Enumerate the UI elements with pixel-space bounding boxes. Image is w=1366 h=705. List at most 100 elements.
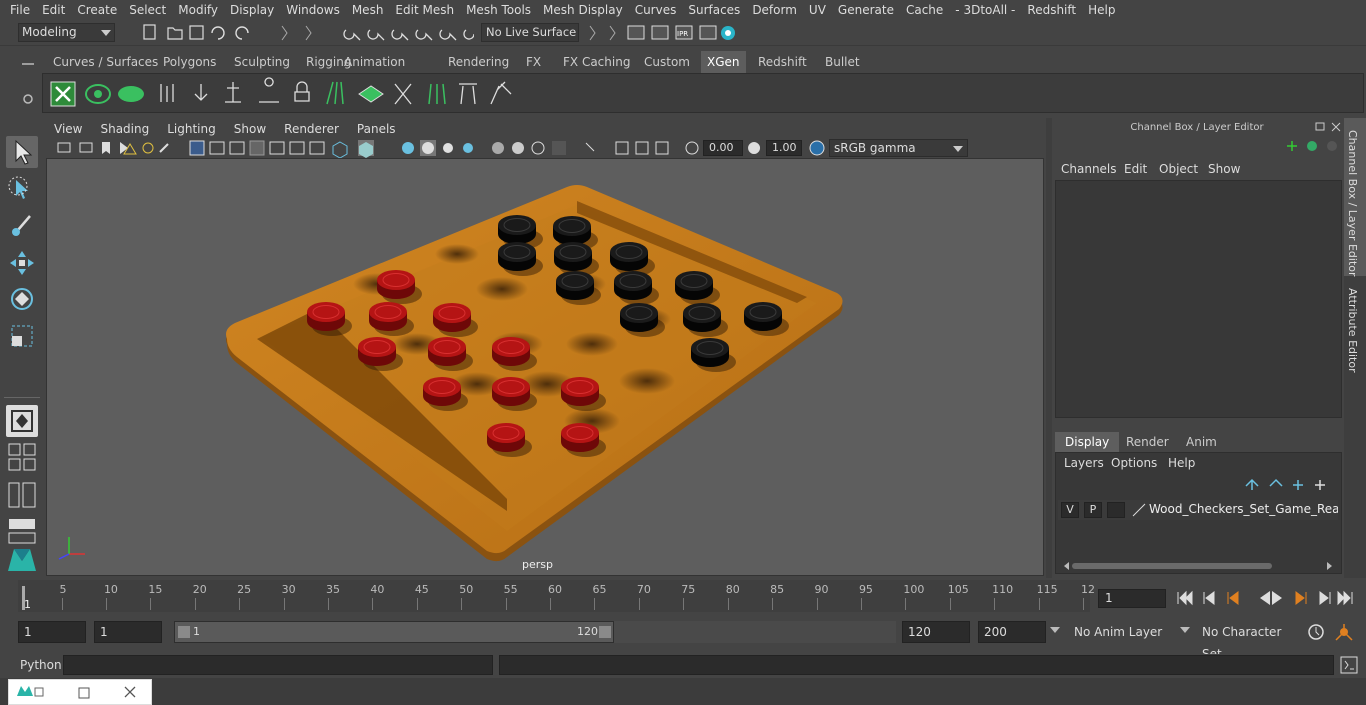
menu-mesh-display[interactable]: Mesh Display: [537, 3, 629, 17]
panel-float-icon[interactable]: [1314, 121, 1344, 133]
menu-redshift[interactable]: Redshift: [1021, 3, 1082, 17]
exposure-field[interactable]: 0.00: [703, 140, 743, 156]
shelf-tab-animation[interactable]: Animation: [338, 51, 411, 73]
layer-horizontal-scrollbar[interactable]: [1058, 560, 1338, 572]
status-icons[interactable]: [124, 22, 474, 44]
shelf-tab-sculpting[interactable]: Sculpting: [228, 51, 296, 73]
playback-controls[interactable]: [1174, 588, 1360, 608]
channel-menu-show[interactable]: Show: [1208, 162, 1240, 176]
menu-deform[interactable]: Deform: [746, 3, 803, 17]
panel-splitter[interactable]: [1046, 118, 1052, 578]
layer-menu-layers[interactable]: Layers: [1064, 456, 1104, 470]
mode-selector[interactable]: Modeling: [18, 23, 115, 42]
layer-menu-options[interactable]: Options: [1111, 456, 1157, 470]
menu-cache[interactable]: Cache: [900, 3, 949, 17]
xgen-shelf-icons[interactable]: [43, 74, 523, 114]
shelf-tab-polygons[interactable]: Polygons: [157, 51, 222, 73]
playback-end-field[interactable]: 120: [902, 621, 970, 643]
timeline-tick-mark: [328, 598, 329, 610]
layout-outliner-icon[interactable]: [6, 479, 38, 511]
chevron-down-icon[interactable]: [1050, 627, 1060, 633]
timeline-tick-label: 10: [103, 583, 118, 596]
viewport-menu-show[interactable]: Show: [226, 122, 276, 136]
maya-window: File Edit Create Select Modify Display Windows…: [0, 0, 1366, 705]
layer-visibility-toggle[interactable]: V: [1061, 502, 1079, 518]
shelf-tab-bullet[interactable]: Bullet: [819, 51, 866, 73]
menu-file[interactable]: File: [4, 3, 36, 17]
gamma-field[interactable]: 1.00: [766, 140, 802, 156]
render-icons[interactable]: IPR: [586, 22, 746, 44]
move-tool[interactable]: [6, 247, 38, 279]
menu-generate[interactable]: Generate: [832, 3, 900, 17]
anim-layer-selector[interactable]: No Anim Layer: [1068, 621, 1168, 643]
shelf-tab-custom[interactable]: Custom: [638, 51, 696, 73]
perspective-viewport[interactable]: [46, 158, 1044, 576]
viewport-menu-view[interactable]: View: [46, 122, 92, 136]
playback-start-field[interactable]: 1: [94, 621, 162, 643]
layer-playback-toggle[interactable]: P: [1084, 502, 1102, 518]
select-tool[interactable]: [6, 136, 38, 168]
paint-select-tool[interactable]: [6, 210, 38, 242]
tab-channel-box[interactable]: Channel Box / Layer Editor: [1346, 130, 1359, 277]
menu-windows[interactable]: Windows: [280, 3, 346, 17]
shelf-tab-redshift[interactable]: Redshift: [752, 51, 813, 73]
menu-help[interactable]: Help: [1082, 3, 1121, 17]
timeline-tick-mark: [683, 598, 685, 610]
menu-uv[interactable]: UV: [803, 3, 832, 17]
shelf-tab-fx[interactable]: FX: [520, 51, 547, 73]
channel-menu-channels[interactable]: Channels: [1061, 162, 1117, 176]
layout-single-icon[interactable]: [6, 405, 38, 437]
layer-type-toggle[interactable]: [1107, 502, 1125, 518]
menu-modify[interactable]: Modify: [172, 3, 224, 17]
range-end-handle[interactable]: [599, 626, 611, 638]
menu-select[interactable]: Select: [123, 3, 172, 17]
menu-3dtoall[interactable]: - 3DtoAll -: [949, 3, 1021, 17]
rotate-tool[interactable]: [6, 283, 38, 315]
viewport-menu-lighting[interactable]: Lighting: [159, 122, 226, 136]
chevron-down-icon[interactable]: [1180, 627, 1190, 633]
channel-box-icons[interactable]: [1284, 138, 1344, 154]
live-surface-field[interactable]: No Live Surface: [481, 23, 579, 42]
menu-curves[interactable]: Curves: [629, 3, 683, 17]
color-space-selector[interactable]: sRGB gamma: [829, 139, 968, 157]
shelf-options-icon[interactable]: [18, 55, 38, 113]
viewport-menu-shading[interactable]: Shading: [92, 122, 159, 136]
menu-surfaces[interactable]: Surfaces: [682, 3, 746, 17]
range-slider[interactable]: 1 120: [174, 621, 614, 643]
menu-display[interactable]: Display: [224, 3, 280, 17]
viewport-menu-renderer[interactable]: Renderer: [276, 122, 349, 136]
layout-four-icon[interactable]: [6, 441, 38, 473]
shelf-tab-rendering[interactable]: Rendering: [442, 51, 515, 73]
menu-mesh[interactable]: Mesh: [346, 3, 390, 17]
prefs-icons[interactable]: [1306, 622, 1362, 642]
minimized-window[interactable]: [8, 679, 152, 705]
shelf-tab-xgen[interactable]: XGen: [701, 51, 746, 73]
shelf-tab-fx-caching[interactable]: FX Caching: [557, 51, 636, 73]
menu-edit-mesh[interactable]: Edit Mesh: [389, 3, 460, 17]
scale-tool[interactable]: [6, 320, 38, 352]
range-start-handle[interactable]: [178, 626, 190, 638]
viewport-menu-panels[interactable]: Panels: [349, 122, 406, 136]
current-frame-field[interactable]: 1: [1098, 589, 1166, 608]
command-language-label[interactable]: Python: [20, 658, 62, 672]
menu-edit[interactable]: Edit: [36, 3, 71, 17]
layer-tab-anim[interactable]: Anim: [1176, 432, 1227, 452]
menu-mesh-tools[interactable]: Mesh Tools: [460, 3, 537, 17]
lasso-tool[interactable]: [6, 174, 38, 206]
tab-attribute-editor[interactable]: Attribute Editor: [1346, 288, 1359, 373]
animation-end-field[interactable]: 200: [978, 621, 1046, 643]
shelf-tab-curves-surfaces[interactable]: Curves / Surfaces: [47, 51, 164, 73]
script-editor-icon[interactable]: [1340, 656, 1358, 674]
layer-name[interactable]: Wood_Checkers_Set_Game_Ready_layer: [1149, 502, 1338, 518]
channel-menu-edit[interactable]: Edit: [1124, 162, 1147, 176]
layer-menu-help[interactable]: Help: [1168, 456, 1195, 470]
character-set-selector[interactable]: No Character Set: [1196, 621, 1300, 661]
layer-buttons[interactable]: [1242, 476, 1338, 492]
layer-tab-render[interactable]: Render: [1116, 432, 1179, 452]
command-input[interactable]: [63, 655, 493, 675]
menu-create[interactable]: Create: [71, 3, 123, 17]
layer-color-icon[interactable]: [1131, 502, 1147, 518]
layer-tab-display[interactable]: Display: [1055, 432, 1120, 452]
channel-menu-object[interactable]: Object: [1159, 162, 1198, 176]
animation-start-field[interactable]: 1: [18, 621, 86, 643]
